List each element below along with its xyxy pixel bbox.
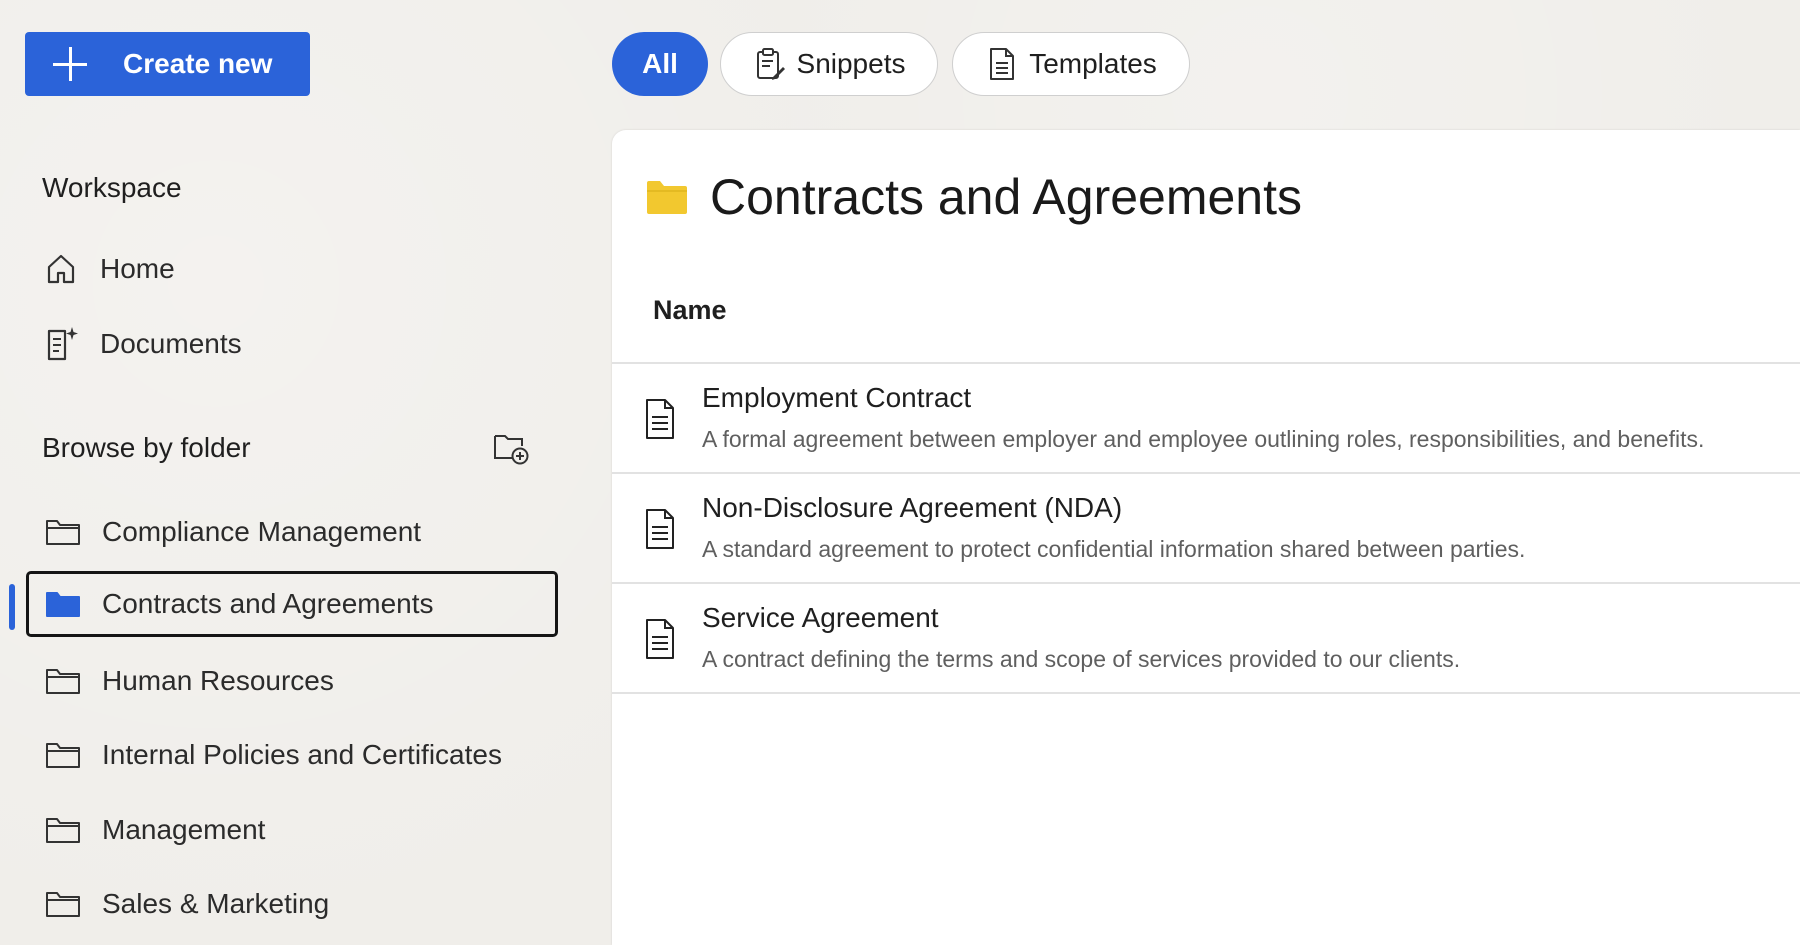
snippets-clipboard-icon (753, 47, 787, 81)
table-row[interactable]: Service Agreement A contract defining th… (612, 582, 1800, 694)
main-panel: Contracts and Agreements Name Employment… (612, 130, 1800, 945)
folder-item-management[interactable]: Management (26, 797, 558, 863)
folder-label: Compliance Management (102, 516, 422, 547)
create-new-button[interactable]: Create new (25, 32, 310, 96)
document-title: Service Agreement (702, 602, 939, 633)
folder-item-sales-and-marketing[interactable]: Sales & Marketing (26, 871, 558, 937)
folder-item-human-resources[interactable]: Human Resources (26, 648, 558, 714)
sidebar-item-label: Documents (100, 328, 242, 359)
table-row[interactable]: Non-Disclosure Agreement (NDA) A standar… (612, 472, 1800, 582)
folder-item-compliance-management[interactable]: Compliance Management (26, 499, 558, 565)
folder-label: Sales & Marketing (102, 888, 330, 919)
folder-label: Contracts and Agreements (102, 588, 434, 619)
folder-label: Internal Policies and Certificates (102, 739, 502, 770)
filter-templates-tab[interactable]: Templates (952, 32, 1190, 96)
filter-all-tab[interactable]: All (612, 32, 708, 96)
page-title: Contracts and Agreements (710, 169, 1302, 225)
table-row[interactable]: Employment Contract A formal agreement b… (612, 362, 1800, 472)
folder-filled-icon (44, 588, 82, 620)
document-icon (644, 398, 676, 440)
add-folder-button[interactable] (490, 430, 532, 470)
filter-templates-label: Templates (1029, 48, 1157, 79)
document-description: A contract defining the terms and scope … (702, 646, 1461, 672)
workspace-heading: Workspace (42, 172, 182, 203)
create-new-label: Create new (123, 48, 273, 79)
folder-item-internal-policies-and-certificates[interactable]: Internal Policies and Certificates (26, 722, 558, 788)
document-title: Employment Contract (702, 382, 972, 413)
column-header-name[interactable]: Name (653, 295, 727, 326)
home-icon (42, 250, 80, 288)
filter-snippets-tab[interactable]: Snippets (720, 32, 938, 96)
document-description: A formal agreement between employer and … (702, 426, 1705, 452)
browse-by-folder-heading: Browse by folder (42, 432, 251, 463)
folder-item-contracts-and-agreements[interactable]: Contracts and Agreements (26, 571, 558, 637)
folder-icon (44, 665, 82, 697)
document-description: A standard agreement to protect confiden… (702, 536, 1526, 562)
filter-snippets-label: Snippets (796, 48, 906, 79)
document-icon (644, 618, 676, 660)
sidebar-item-home[interactable]: Home (42, 243, 175, 295)
folder-label: Management (102, 814, 266, 845)
folder-icon (44, 739, 82, 771)
folder-icon (44, 516, 82, 548)
document-title: Non-Disclosure Agreement (NDA) (702, 492, 1123, 523)
plus-icon (53, 47, 87, 81)
sidebar: Create new Workspace Home Documents Brow… (0, 0, 600, 945)
document-icon (644, 508, 676, 550)
documents-table: Employment Contract A formal agreement b… (612, 362, 1800, 694)
documents-sparkle-icon (42, 325, 80, 363)
add-folder-icon (492, 430, 530, 471)
template-document-icon (985, 47, 1019, 81)
filter-all-label: All (642, 48, 678, 79)
folder-label: Human Resources (102, 665, 334, 696)
sidebar-item-label: Home (100, 253, 175, 284)
folder-header: Contracts and Agreements (646, 168, 1302, 226)
folder-yellow-icon (646, 179, 688, 215)
selected-folder-indicator (9, 584, 15, 630)
sidebar-item-documents[interactable]: Documents (42, 318, 242, 370)
folder-icon (44, 888, 82, 920)
folder-icon (44, 814, 82, 846)
